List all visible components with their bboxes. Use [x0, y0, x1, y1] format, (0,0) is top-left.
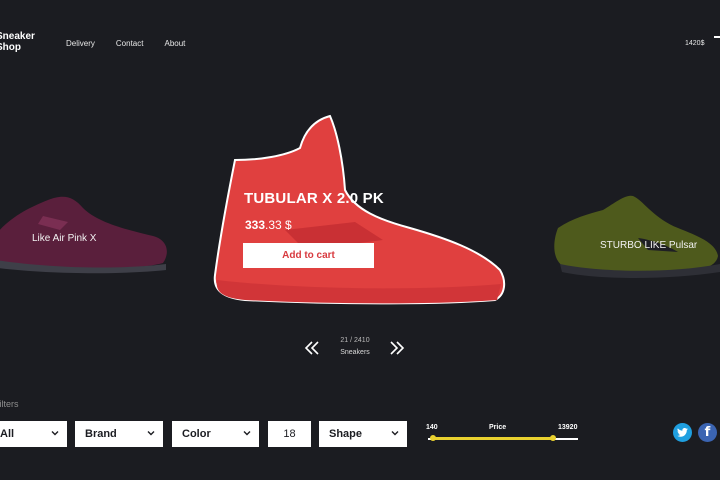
next-shoe-image[interactable] — [548, 188, 720, 280]
size-select-label: 18 — [283, 428, 296, 440]
carousel-counter: 21 / 2410 — [340, 337, 370, 344]
color-select[interactable]: Color — [172, 421, 259, 447]
nav-about[interactable]: About — [164, 39, 185, 48]
carousel-category: Sneakers — [340, 349, 370, 356]
chevron-down-icon — [243, 431, 251, 436]
size-select[interactable]: 18 — [268, 421, 311, 447]
all-select-label: All — [0, 428, 15, 440]
main-nav: Delivery Contact About — [66, 39, 185, 48]
double-chevron-right-icon[interactable] — [386, 341, 406, 355]
price-slider-min-handle[interactable] — [429, 435, 436, 441]
facebook-icon[interactable]: f — [698, 423, 717, 442]
double-chevron-left-icon[interactable] — [303, 341, 323, 355]
price-slider-fill — [432, 437, 553, 440]
all-select[interactable]: All — [0, 421, 67, 447]
color-select-label: Color — [182, 428, 211, 440]
shape-select-label: Shape — [329, 428, 363, 440]
nav-delivery[interactable]: Delivery — [66, 39, 95, 48]
product-name: TUBULAR X 2.0 PK — [244, 190, 384, 207]
logo-line-1: Sneaker — [0, 31, 35, 42]
filters-title: Filters — [0, 399, 19, 409]
cart-total[interactable]: 1420$ — [685, 40, 704, 47]
product-price: 333.33 $ — [245, 218, 292, 232]
nav-contact[interactable]: Contact — [116, 39, 144, 48]
add-to-cart-button[interactable]: Add to cart — [243, 243, 374, 268]
chevron-down-icon — [391, 431, 399, 436]
brand-select[interactable]: Brand — [75, 421, 163, 447]
twitter-icon[interactable] — [673, 423, 692, 442]
chevron-down-icon — [51, 431, 59, 436]
price-label: Price — [489, 424, 507, 431]
price-slider-max-handle[interactable] — [549, 435, 556, 441]
logo[interactable]: Sneaker Shop — [0, 31, 35, 53]
price-max: 13920 — [558, 424, 578, 431]
price-major: 333 — [245, 218, 266, 232]
shape-select[interactable]: Shape — [319, 421, 407, 447]
brand-select-label: Brand — [85, 428, 117, 440]
price-min: 140 — [426, 424, 438, 431]
menu-icon[interactable] — [714, 36, 720, 38]
logo-line-2: Shop — [0, 42, 21, 53]
prev-shoe-image[interactable] — [0, 178, 173, 278]
prev-shoe-label[interactable]: Like Air Pink X — [32, 233, 96, 244]
chevron-down-icon — [147, 431, 155, 436]
current-shoe-image — [205, 110, 515, 315]
price-minor: .33 $ — [265, 218, 292, 232]
next-shoe-label[interactable]: STURBO LIKE Pulsar — [600, 240, 697, 251]
